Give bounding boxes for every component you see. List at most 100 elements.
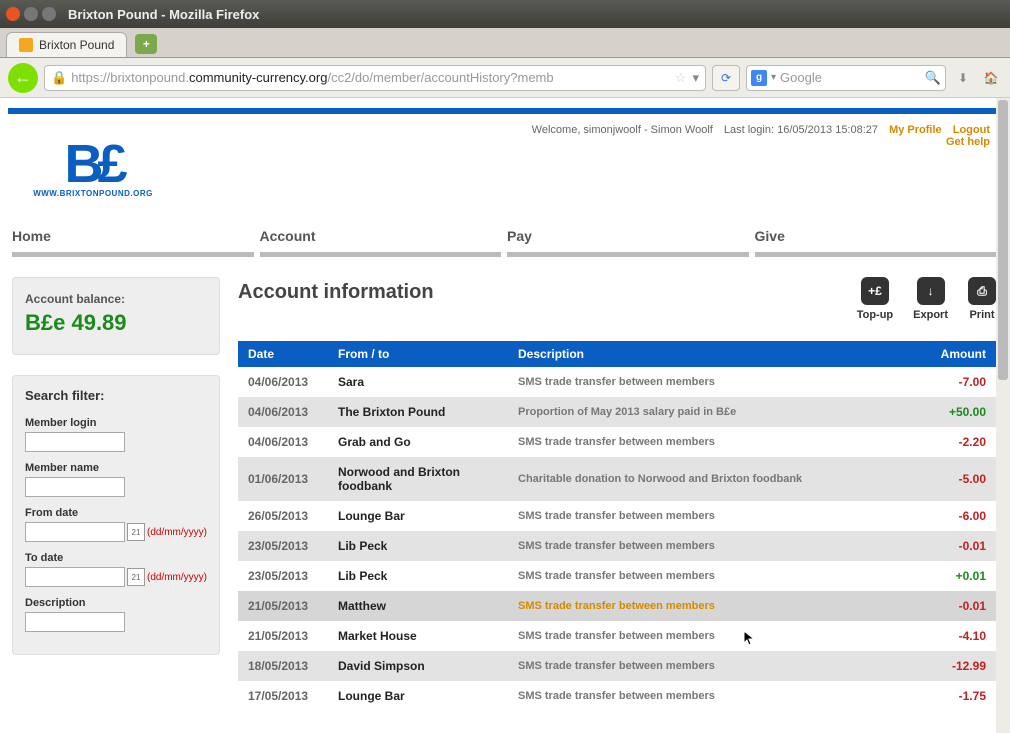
cell-date: 23/05/2013 bbox=[238, 531, 328, 561]
google-icon: g bbox=[751, 70, 767, 86]
window-minimize-button[interactable] bbox=[24, 7, 38, 21]
table-row[interactable]: 23/05/2013Lib PeckSMS trade transfer bet… bbox=[238, 531, 996, 561]
cell-amount: +0.01 bbox=[906, 561, 996, 591]
table-row[interactable]: 04/06/2013Grab and GoSMS trade transfer … bbox=[238, 427, 996, 457]
export-label: Export bbox=[913, 309, 948, 321]
filter-title: Search filter: bbox=[25, 388, 207, 403]
window-close-button[interactable] bbox=[6, 7, 20, 21]
refresh-button[interactable]: ⟳ bbox=[712, 65, 740, 91]
cell-desc: SMS trade transfer between members bbox=[508, 367, 906, 397]
col-date-header[interactable]: Date bbox=[238, 341, 328, 367]
cell-date: 18/05/2013 bbox=[238, 651, 328, 681]
header-links: Welcome, simonjwoolf - Simon Woolf Last … bbox=[532, 124, 990, 148]
member-login-input[interactable] bbox=[25, 432, 125, 452]
back-button[interactable]: ← bbox=[8, 63, 38, 93]
logo[interactable]: B£ WWW.BRIXTONPOUND.ORG bbox=[18, 124, 168, 214]
window-maximize-button[interactable] bbox=[42, 7, 56, 21]
search-icon[interactable]: 🔍 bbox=[925, 70, 941, 86]
cell-desc: Charitable donation to Norwood and Brixt… bbox=[508, 457, 906, 501]
lock-icon: 🔒 bbox=[51, 70, 67, 86]
cell-desc: Proportion of May 2013 salary paid in B£… bbox=[508, 397, 906, 427]
balance-box: Account balance: B£e 49.89 bbox=[12, 277, 220, 355]
nav-pay[interactable]: Pay bbox=[507, 224, 749, 257]
member-name-label: Member name bbox=[25, 462, 207, 474]
cell-date: 21/05/2013 bbox=[238, 621, 328, 651]
calendar-icon[interactable]: 21 bbox=[127, 568, 145, 586]
table-row[interactable]: 17/05/2013Lounge BarSMS trade transfer b… bbox=[238, 681, 996, 711]
table-row[interactable]: 04/06/2013The Brixton PoundProportion of… bbox=[238, 397, 996, 427]
cell-from: Market House bbox=[328, 621, 508, 651]
dropdown-icon[interactable]: ▾ bbox=[692, 70, 699, 86]
table-row[interactable]: 21/05/2013Market HouseSMS trade transfer… bbox=[238, 621, 996, 651]
cell-amount: -2.20 bbox=[906, 427, 996, 457]
home-icon[interactable]: 🏠 bbox=[980, 67, 1002, 89]
browser-tab-strip: Brixton Pound + bbox=[0, 28, 1010, 58]
favicon-icon bbox=[19, 38, 33, 52]
cell-date: 04/06/2013 bbox=[238, 397, 328, 427]
cell-from: David Simpson bbox=[328, 651, 508, 681]
print-label: Print bbox=[969, 309, 994, 321]
table-row[interactable]: 23/05/2013Lib PeckSMS trade transfer bet… bbox=[238, 561, 996, 591]
description-filter-input[interactable] bbox=[25, 612, 125, 632]
col-desc-header[interactable]: Description bbox=[508, 341, 906, 367]
nav-account[interactable]: Account bbox=[260, 224, 502, 257]
download-icon[interactable]: ⬇ bbox=[952, 67, 974, 89]
date-format-hint: (dd/mm/yyyy) bbox=[147, 527, 207, 538]
nav-give[interactable]: Give bbox=[755, 224, 997, 257]
from-date-input[interactable] bbox=[25, 522, 125, 542]
to-date-label: To date bbox=[25, 552, 207, 564]
url-scheme: https:// bbox=[71, 70, 110, 85]
cell-desc: SMS trade transfer between members bbox=[508, 561, 906, 591]
balance-label: Account balance: bbox=[25, 292, 207, 306]
cell-desc: SMS trade transfer between members bbox=[508, 681, 906, 711]
cell-amount: -6.00 bbox=[906, 501, 996, 531]
cell-date: 04/06/2013 bbox=[238, 427, 328, 457]
cell-amount: -4.10 bbox=[906, 621, 996, 651]
col-amount-header[interactable]: Amount bbox=[906, 341, 996, 367]
topup-button[interactable]: +£ Top-up bbox=[857, 277, 893, 321]
cell-desc: SMS trade transfer between members bbox=[508, 621, 906, 651]
cell-from: Lounge Bar bbox=[328, 681, 508, 711]
cell-date: 04/06/2013 bbox=[238, 367, 328, 397]
print-icon: ⎙ bbox=[968, 277, 996, 305]
balance-value: B£e 49.89 bbox=[25, 310, 207, 336]
table-row[interactable]: 26/05/2013Lounge BarSMS trade transfer b… bbox=[238, 501, 996, 531]
transaction-table: Date From / to Description Amount 04/06/… bbox=[238, 341, 996, 711]
print-button[interactable]: ⎙ Print bbox=[968, 277, 996, 321]
logout-link[interactable]: Logout bbox=[953, 124, 990, 136]
export-button[interactable]: ↓ Export bbox=[913, 277, 948, 321]
cell-date: 01/06/2013 bbox=[238, 457, 328, 501]
cell-from: Grab and Go bbox=[328, 427, 508, 457]
calendar-icon[interactable]: 21 bbox=[127, 523, 145, 541]
my-profile-link[interactable]: My Profile bbox=[889, 124, 942, 136]
logo-text: B£ bbox=[64, 140, 121, 189]
search-placeholder: Google bbox=[780, 70, 822, 85]
cell-from: Sara bbox=[328, 367, 508, 397]
get-help-link[interactable]: Get help bbox=[946, 136, 990, 148]
cell-from: The Brixton Pound bbox=[328, 397, 508, 427]
search-input[interactable]: g ▾ Google 🔍 bbox=[746, 65, 946, 91]
col-from-header[interactable]: From / to bbox=[328, 341, 508, 367]
cell-from: Lounge Bar bbox=[328, 501, 508, 531]
cell-amount: -5.00 bbox=[906, 457, 996, 501]
header-stripe bbox=[8, 108, 1000, 114]
window-titlebar: Brixton Pound - Mozilla Firefox bbox=[0, 0, 1010, 28]
window-title: Brixton Pound - Mozilla Firefox bbox=[68, 7, 259, 22]
vertical-scrollbar[interactable] bbox=[996, 98, 1010, 733]
table-row[interactable]: 01/06/2013Norwood and Brixton foodbankCh… bbox=[238, 457, 996, 501]
chevron-down-icon[interactable]: ▾ bbox=[771, 72, 776, 83]
member-name-input[interactable] bbox=[25, 477, 125, 497]
main-nav: Home Account Pay Give bbox=[8, 224, 1000, 257]
cell-amount: -0.01 bbox=[906, 531, 996, 561]
nav-home[interactable]: Home bbox=[12, 224, 254, 257]
table-row[interactable]: 04/06/2013SaraSMS trade transfer between… bbox=[238, 367, 996, 397]
url-input[interactable]: 🔒 https://brixtonpound.community-currenc… bbox=[44, 65, 706, 91]
browser-tab[interactable]: Brixton Pound bbox=[6, 32, 127, 57]
bookmark-icon[interactable]: ☆ bbox=[675, 70, 687, 86]
table-row[interactable]: 21/05/2013MatthewSMS trade transfer betw… bbox=[238, 591, 996, 621]
date-format-hint: (dd/mm/yyyy) bbox=[147, 572, 207, 583]
topup-icon: +£ bbox=[861, 277, 889, 305]
table-row[interactable]: 18/05/2013David SimpsonSMS trade transfe… bbox=[238, 651, 996, 681]
new-tab-button[interactable]: + bbox=[135, 34, 157, 54]
to-date-input[interactable] bbox=[25, 567, 125, 587]
